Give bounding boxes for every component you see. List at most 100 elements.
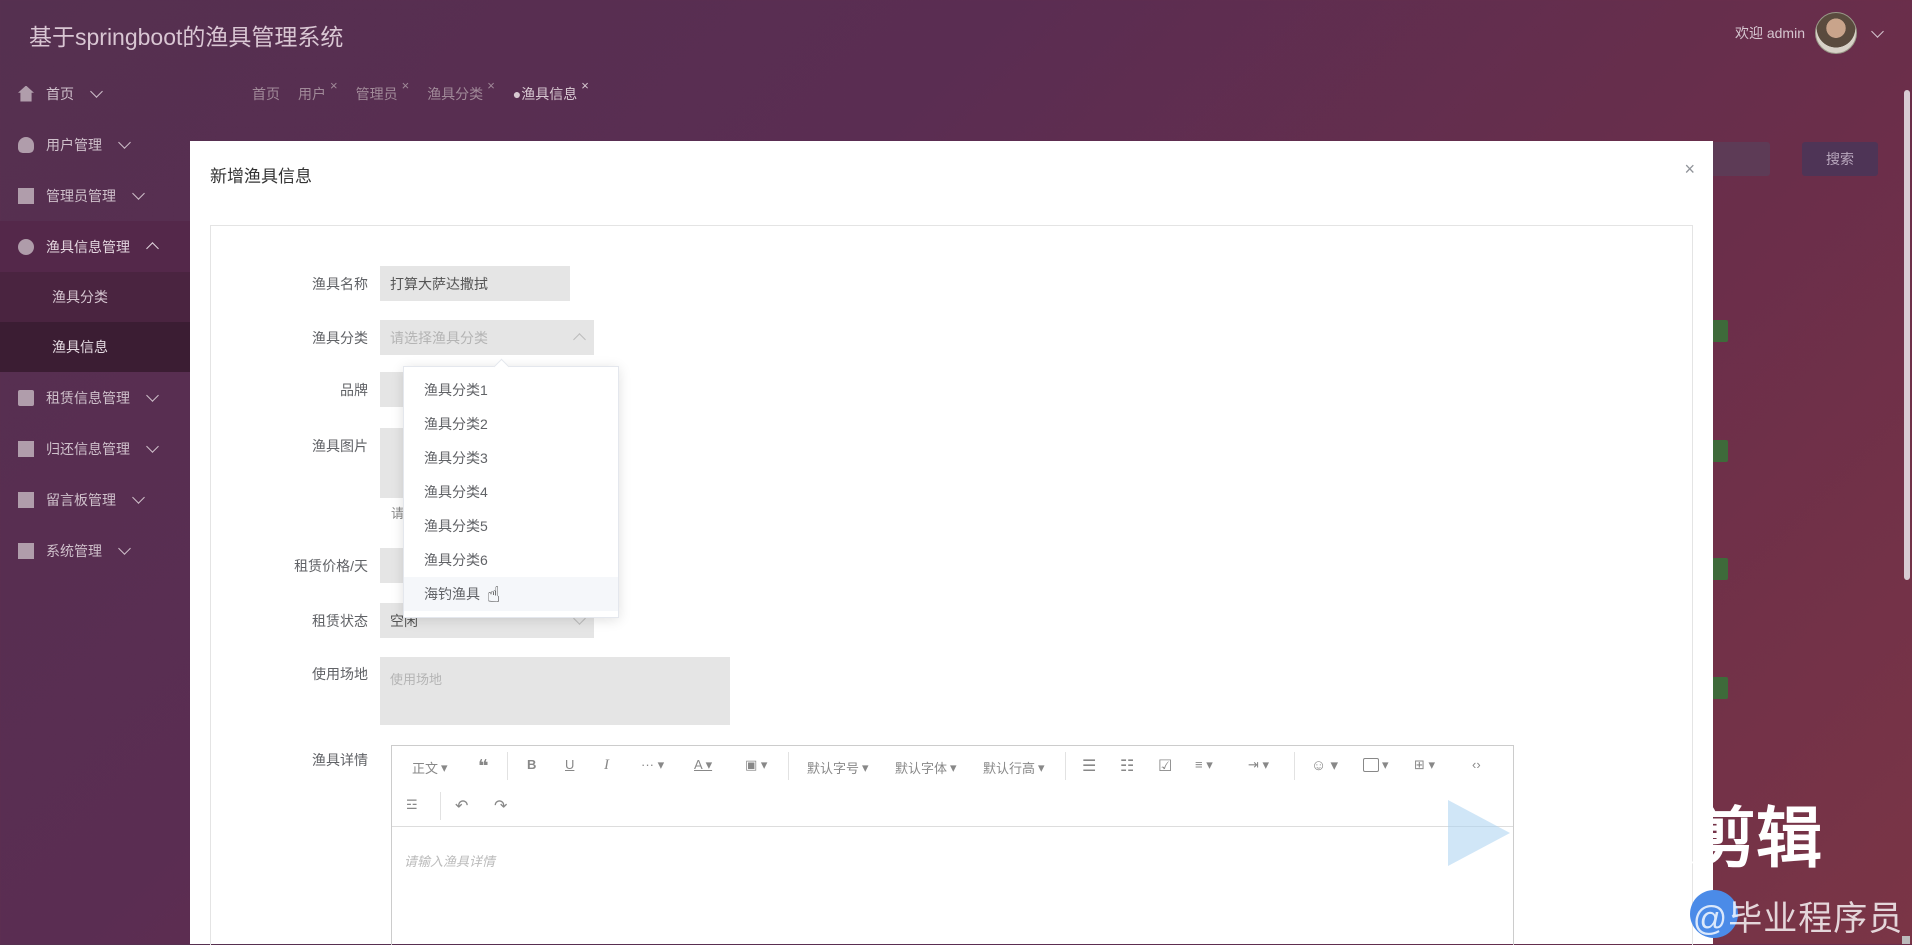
image-icon[interactable]: ▾: [1363, 757, 1389, 773]
user-icon: [18, 136, 34, 153]
line-height-select[interactable]: 默认行高 ▾: [983, 758, 1045, 777]
bold-icon[interactable]: B: [527, 757, 536, 772]
todo-icon[interactable]: ☑: [1158, 756, 1172, 776]
form-row-detail: 渔具详情: [213, 750, 380, 770]
dropdown-option[interactable]: 海钓渔具: [404, 577, 618, 611]
page-scrollbar[interactable]: [1904, 90, 1910, 580]
editor-toolbar: 正文 ▾ ❝ B U I ··· ▾ A ▾ ▣ ▾ 默认字号 ▾ 默认字体 ▾ 默认…: [392, 746, 1513, 827]
sidebar-item-label: 用户管理: [46, 136, 102, 153]
dropdown-option[interactable]: 渔具分类1: [404, 373, 618, 407]
close-icon[interactable]: ×: [487, 78, 495, 93]
font-size-select[interactable]: 默认字号 ▾: [807, 758, 869, 777]
dropdown-option[interactable]: 渔具分类5: [404, 509, 618, 543]
font-family-select[interactable]: 默认字体 ▾: [895, 758, 957, 777]
paragraph-select[interactable]: 正文 ▾: [412, 758, 448, 777]
align-icon[interactable]: ≡ ▾: [1195, 757, 1213, 773]
select-placeholder: 请选择渔具分类: [390, 329, 488, 346]
sidebar-item-label: 留言板管理: [46, 491, 116, 508]
chevron-down-icon: [132, 491, 145, 504]
check-circle-icon: [18, 238, 34, 255]
field-label: 使用场地: [312, 666, 368, 682]
sidebar-item-home[interactable]: 首页: [0, 68, 190, 119]
sidebar-item-label: 管理员管理: [46, 187, 116, 204]
sidebar-item-system[interactable]: 系统管理: [0, 525, 190, 576]
field-label: 品牌: [340, 381, 368, 398]
user-menu[interactable]: 欢迎 admin: [1735, 12, 1884, 54]
toolbar-divider: [507, 752, 508, 780]
divider-icon[interactable]: ☲: [406, 797, 418, 813]
indent-icon[interactable]: ⇥ ▾: [1248, 757, 1269, 773]
font-color-icon[interactable]: A ▾: [694, 757, 712, 773]
close-icon[interactable]: ×: [330, 78, 338, 93]
top-bar: 基于springboot的渔具管理系统 欢迎 admin: [0, 0, 1912, 68]
dropdown-option[interactable]: 渔具分类2: [404, 407, 618, 441]
toolbar-divider: [440, 792, 441, 820]
sidebar-subitem-gear-category[interactable]: 渔具分类: [0, 272, 190, 322]
close-icon[interactable]: ×: [1684, 159, 1695, 180]
numbered-list-icon[interactable]: ☷: [1120, 756, 1134, 776]
font-size-label: 默认字号: [807, 761, 860, 776]
tab-admins[interactable]: 管理员 ×: [356, 78, 410, 104]
sidebar-item-return[interactable]: 归还信息管理: [0, 423, 190, 474]
background-color-icon[interactable]: ▣ ▾: [745, 757, 767, 773]
hand-cursor-icon: ☝: [487, 582, 501, 607]
tab-home[interactable]: 首页: [252, 84, 280, 104]
more-format-icon[interactable]: ··· ▾: [641, 757, 664, 773]
undo-icon[interactable]: ↶: [455, 796, 468, 816]
system-icon: [18, 542, 34, 559]
category-select[interactable]: 请选择渔具分类: [380, 320, 594, 355]
sidebar-item-messages[interactable]: 留言板管理: [0, 474, 190, 525]
watermark-text: CSDN @毕业程序员: [1582, 900, 1904, 938]
avatar[interactable]: [1815, 12, 1857, 54]
emoji-icon[interactable]: ☺ ▾: [1311, 756, 1338, 774]
place-textarea[interactable]: 使用场地: [380, 657, 730, 725]
image-frame: [1363, 758, 1379, 772]
dropdown-option[interactable]: 渔具分类3: [404, 441, 618, 475]
close-icon[interactable]: ×: [581, 78, 589, 93]
sidebar-item-rental[interactable]: 租赁信息管理: [0, 372, 190, 423]
row-action-button[interactable]: [1712, 558, 1728, 580]
underline-icon[interactable]: U: [565, 757, 574, 772]
table-icon[interactable]: ⊞ ▾: [1414, 757, 1435, 773]
row-action-button[interactable]: [1712, 440, 1728, 462]
tab-users[interactable]: 用户 ×: [298, 78, 338, 104]
tab-label: 渔具分类: [427, 86, 484, 102]
chevron-down-icon: [90, 85, 103, 98]
dropdown-option[interactable]: 渔具分类4: [404, 475, 618, 509]
sidebar-item-gear-info[interactable]: 渔具信息管理: [0, 221, 190, 272]
quote-icon[interactable]: ❝: [478, 756, 489, 777]
form-row-category: 渔具分类 请选择渔具分类: [213, 320, 594, 355]
sidebar-subitem-gear-info[interactable]: 渔具信息: [0, 322, 190, 372]
tab-bar: 首页 用户 × 管理员 × 渔具分类 × ●渔具信息 ×: [252, 78, 589, 104]
field-label: 渔具名称: [312, 275, 368, 292]
code-icon[interactable]: ‹›: [1472, 757, 1481, 772]
watermark-play-icon: [1448, 800, 1510, 866]
row-action-button[interactable]: [1712, 320, 1728, 342]
sidebar-item-label: 系统管理: [46, 542, 102, 559]
tab-gear-info[interactable]: ●渔具信息 ×: [513, 78, 589, 104]
watermark-edit-text: 剪辑: [1690, 801, 1822, 875]
bulleted-list-icon[interactable]: ☰: [1082, 756, 1096, 776]
dropdown-option[interactable]: 渔具分类6: [404, 543, 618, 577]
line-height-label: 默认行高: [983, 761, 1036, 776]
redo-icon[interactable]: ↷: [494, 796, 507, 816]
chevron-down-icon[interactable]: [1871, 24, 1884, 38]
rich-text-editor: 正文 ▾ ❝ B U I ··· ▾ A ▾ ▣ ▾ 默认字号 ▾ 默认字体 ▾ 默认…: [391, 745, 1514, 945]
italic-icon[interactable]: I: [604, 757, 609, 774]
tab-gear-category[interactable]: 渔具分类 ×: [427, 78, 495, 104]
editor-placeholder[interactable]: 请输入渔具详情: [404, 851, 495, 870]
chevron-down-icon: [132, 187, 145, 200]
sidebar-item-label: 租赁信息管理: [46, 389, 130, 406]
chevron-up-icon: [146, 242, 159, 255]
sidebar-item-admins[interactable]: 管理员管理: [0, 170, 190, 221]
gear-name-input[interactable]: 打算大萨达撒拭: [380, 266, 570, 301]
row-action-button[interactable]: [1712, 677, 1728, 699]
chevron-down-icon: [118, 542, 131, 555]
scroll-arrow-icon[interactable]: [1902, 936, 1910, 944]
sidebar-item-users[interactable]: 用户管理: [0, 119, 190, 170]
form-row-name: 渔具名称 打算大萨达撒拭: [213, 266, 570, 301]
search-button[interactable]: 搜索: [1802, 142, 1878, 176]
tab-label: 用户: [298, 86, 326, 102]
close-icon[interactable]: ×: [402, 78, 410, 93]
chevron-up-icon: [573, 333, 586, 346]
